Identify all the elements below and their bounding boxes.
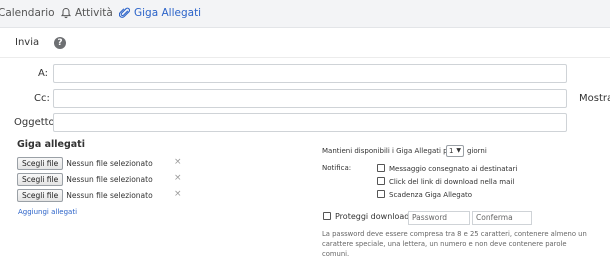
top-tab-bar: Calendario Attività Giga Allegati (0, 0, 610, 28)
chevron-down-icon: ▼ (456, 147, 461, 154)
days-value: 1 (449, 147, 454, 155)
choose-file-button[interactable]: Scegli file (17, 172, 64, 186)
password-input[interactable]: Password (408, 211, 470, 225)
to-label: A: (38, 68, 49, 79)
question-icon[interactable]: ? (54, 37, 66, 49)
days-suffix: giorni (467, 147, 487, 155)
choose-file-button[interactable]: Scegli file (17, 188, 64, 202)
notify-delivered-label: Messaggio consegnato ai destinatari (389, 165, 518, 173)
keep-available-label: Mantieni disponibili i Giga Allegati per (322, 147, 455, 155)
notify-click-checkbox[interactable] (377, 177, 385, 185)
no-file-label: Nessun file selezionato (66, 174, 153, 184)
choose-file-button[interactable]: Scegli file (17, 156, 64, 170)
confirm-password-input[interactable]: Conferma (472, 211, 532, 225)
cc-label: Cc: (34, 93, 50, 104)
paperclip-icon (119, 7, 130, 18)
file-row: Scegli file Nessun file selezionato (17, 188, 153, 202)
cc-field[interactable] (53, 89, 567, 108)
attachments-title: Giga allegati (17, 139, 85, 150)
protect-download-label: Proteggi download: (335, 212, 413, 221)
compose-toolbar: Invia ? (0, 28, 610, 58)
notify-expiry-label: Scadenza Giga Allegato (389, 191, 473, 199)
close-icon[interactable]: × (174, 173, 182, 183)
password-note: La password deve essere compresa tra 8 e… (322, 230, 587, 258)
notify-label: Notifica: (322, 164, 352, 172)
protect-download-checkbox[interactable] (323, 212, 331, 220)
no-file-label: Nessun file selezionato (66, 158, 153, 168)
subject-label: Oggetto: (14, 117, 59, 128)
tab-giga-allegati[interactable]: Giga Allegati (119, 7, 201, 19)
tab-attivita[interactable]: Attività (60, 7, 113, 19)
add-attachments-link[interactable]: Aggiungi allegati (18, 208, 77, 216)
bell-icon (60, 7, 72, 19)
close-icon[interactable]: × (174, 189, 182, 199)
close-icon[interactable]: × (174, 157, 182, 167)
subject-field[interactable] (53, 113, 567, 132)
notify-click-label: Click del link di download nella mail (389, 178, 515, 186)
tab-label: Giga Allegati (134, 7, 202, 19)
to-field[interactable] (53, 64, 567, 83)
file-row: Scegli file Nessun file selezionato (17, 156, 153, 170)
show-fields-link[interactable]: Mostra (579, 93, 610, 104)
notify-delivered-checkbox[interactable] (377, 164, 385, 172)
days-select[interactable]: 1 ▼ (446, 145, 464, 157)
tab-label: Attività (75, 7, 113, 19)
file-row: Scegli file Nessun file selezionato (17, 172, 153, 186)
notify-expiry-checkbox[interactable] (377, 190, 385, 198)
no-file-label: Nessun file selezionato (66, 190, 153, 200)
tab-calendario[interactable]: Calendario (0, 7, 55, 19)
send-button[interactable]: Invia (15, 37, 39, 48)
tab-label: Calendario (0, 7, 55, 19)
